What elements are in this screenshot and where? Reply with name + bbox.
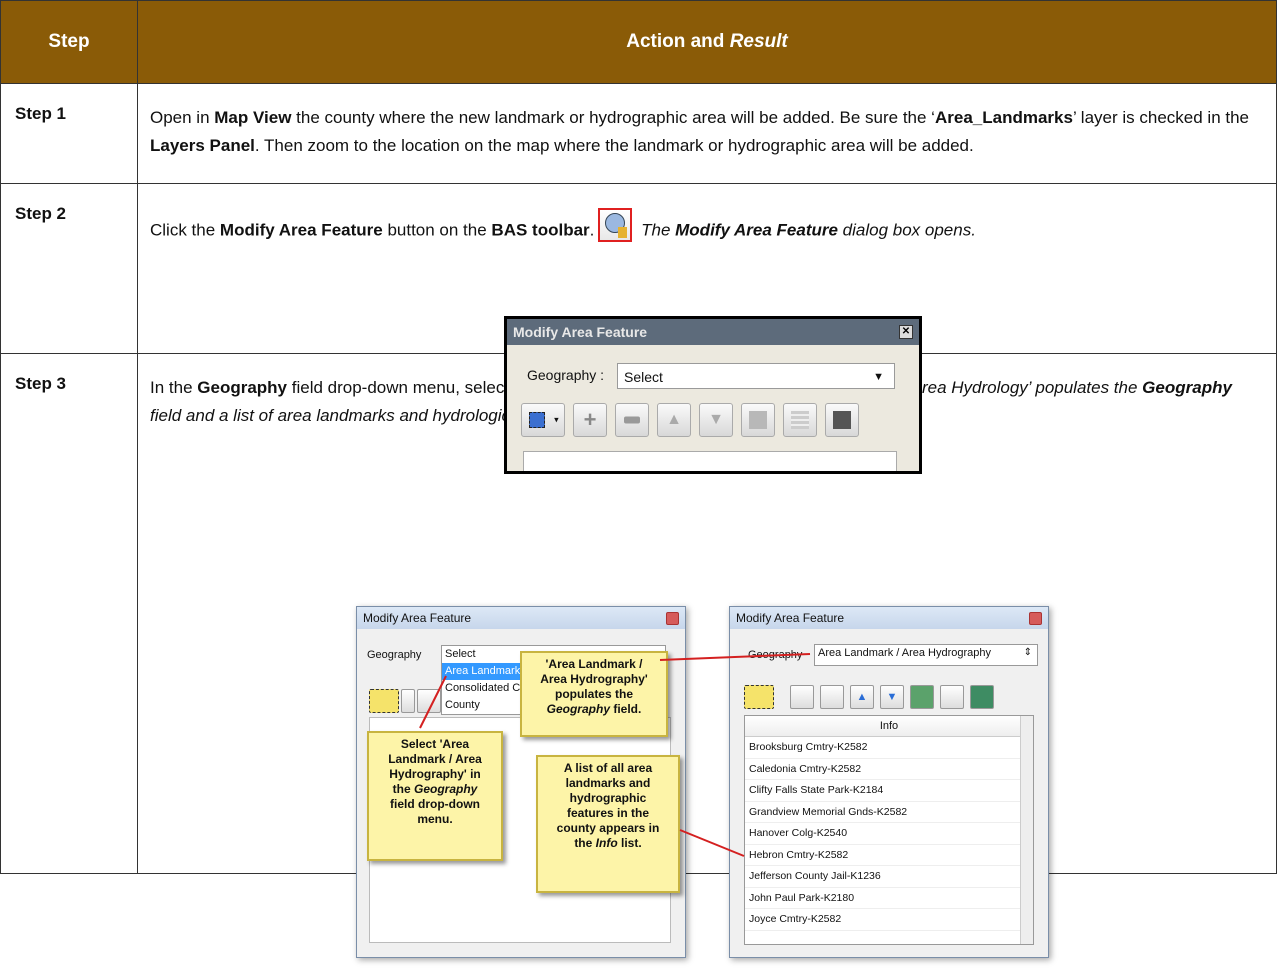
callout-info-list: A list of all area landmarks and hydrograp… [536, 755, 680, 893]
text-run: . [589, 220, 595, 240]
plus-icon: + [583, 407, 597, 432]
move-down-button[interactable]: ▼ [880, 685, 904, 709]
list-item[interactable]: Grandview Memorial Gnds-K2582 [745, 802, 1033, 823]
minus-icon [624, 416, 640, 424]
map-zoom-button[interactable] [741, 403, 775, 437]
select-tool-button[interactable] [744, 685, 774, 709]
list-item[interactable]: Clifty Falls State Park-K2184 [745, 780, 1033, 802]
text-run: Layers Panel [150, 136, 255, 155]
close-icon[interactable]: ✕ [899, 325, 913, 339]
info-list [523, 451, 897, 471]
chevron-down-icon[interactable] [401, 689, 415, 713]
text-run: Area_Landmarks [934, 108, 1073, 127]
header-result-text: Result [729, 31, 788, 52]
select-tool-button[interactable] [369, 689, 399, 713]
add-button[interactable] [417, 689, 441, 713]
list-item[interactable]: Jefferson County Jail-K1236 [745, 866, 1033, 888]
list-item[interactable]: Hanover Colg-K2540 [745, 823, 1033, 845]
step-2-label: Step 2 [0, 183, 138, 354]
move-up-button[interactable]: ▲ [657, 403, 691, 437]
right-modify-area-dialog: Modify Area Feature Geography Area Landm… [520, 606, 1049, 958]
callout-select-geography: Select 'Area Landmark / Area Hydrography' … [367, 731, 503, 861]
geography-label: Geography [367, 649, 422, 661]
text-run: Geography [1142, 378, 1232, 397]
list-item[interactable]: Joyce Cmtry-K2582 [745, 909, 1033, 931]
select-icon [529, 412, 546, 428]
geography-select[interactable]: Area Landmark / Area Hydrography ⇕ [814, 644, 1038, 666]
text-run: the county where the new landmark or hyd… [291, 108, 935, 127]
chevron-updown-icon: ⇕ [1023, 647, 1032, 658]
close-icon[interactable] [666, 612, 679, 625]
step-3-label: Step 3 [0, 353, 138, 874]
move-down-button[interactable]: ▼ [699, 403, 733, 437]
map-icon[interactable] [910, 685, 934, 709]
select-tool-button[interactable]: ▾ [521, 403, 565, 437]
text-run: Modify Area Feature [675, 220, 838, 240]
geography-select[interactable]: Select ▼ [617, 363, 895, 389]
text-run: Open in [150, 108, 215, 127]
scrollbar[interactable] [1020, 716, 1033, 944]
table-icon [791, 411, 809, 429]
text-run: Click the [150, 220, 220, 240]
text-run: button on the [382, 220, 492, 240]
remove-button[interactable] [615, 403, 649, 437]
triangle-up-icon: ▲ [666, 411, 682, 428]
list-item[interactable]: John Paul Park-K2180 [745, 888, 1033, 909]
dialog-title: Modify Area Feature ✕ [507, 319, 919, 345]
dialog-title: Modify Area Feature [730, 607, 1048, 629]
text-run: . Then zoom to the location on the map w… [254, 136, 974, 155]
text-run: field drop-down menu, select ‘ [287, 378, 518, 397]
step-2-text-post: The Modify Area Feature dialog box opens… [636, 220, 976, 239]
text-run: In the [150, 378, 198, 397]
text-run: ’ layer is checked in the [1072, 108, 1250, 127]
text-run: Map View [214, 108, 292, 127]
header-step: Step [0, 0, 138, 84]
geography-label: Geography : [527, 367, 605, 383]
text-run: Geography [197, 378, 288, 397]
map-icon[interactable] [970, 685, 994, 709]
remove-button[interactable] [820, 685, 844, 709]
dialog-title: Modify Area Feature [357, 607, 685, 629]
step-1-label: Step 1 [0, 83, 138, 184]
add-button[interactable] [790, 685, 814, 709]
add-button[interactable]: + [573, 403, 607, 437]
close-icon[interactable] [1029, 612, 1042, 625]
map-icon [833, 411, 851, 429]
info-table: Info Brooksburg Cmtry-K2582 Caledonia Cmt… [744, 715, 1034, 945]
list-item[interactable]: Caledonia Cmtry-K2582 [745, 759, 1033, 780]
table-header-row: Step Action and Result [0, 0, 1277, 84]
list-item[interactable]: Hebron Cmtry-K2582 [745, 845, 1033, 866]
chevron-down-icon: ▼ [873, 371, 884, 383]
text-run: The [636, 220, 676, 240]
table-row: Step 1 Open in Map View the county where… [0, 83, 1277, 184]
triangle-down-icon: ▼ [708, 411, 724, 428]
step-1-text: Open in Map View the county where the ne… [137, 83, 1277, 184]
map-edit-button[interactable] [825, 403, 859, 437]
list-item[interactable]: Brooksburg Cmtry-K2582 [745, 737, 1033, 759]
text-run: Modify Area Feature [219, 220, 383, 240]
attribute-table-button[interactable] [783, 403, 817, 437]
text-run: dialog box opens. [837, 220, 976, 240]
header-action: Action and Result [137, 0, 1277, 84]
header-action-text: Action and [626, 31, 730, 52]
text-run: BAS toolbar [491, 220, 590, 240]
move-up-button[interactable]: ▲ [850, 685, 874, 709]
step-2-text-pre: Click the Modify Area Feature button on … [150, 220, 594, 239]
modify-area-feature-dialog: Modify Area Feature ✕ Geography : Select ▼… [504, 316, 922, 474]
modify-area-feature-icon [598, 208, 633, 242]
table-icon[interactable] [940, 685, 964, 709]
callout-populates-geography: 'Area Landmark / Area Hydrography' populat… [520, 651, 668, 737]
map-icon [749, 411, 767, 429]
info-header: Info [745, 716, 1033, 737]
geography-label: Geography [748, 649, 803, 661]
chevron-down-icon: ▾ [554, 414, 559, 425]
